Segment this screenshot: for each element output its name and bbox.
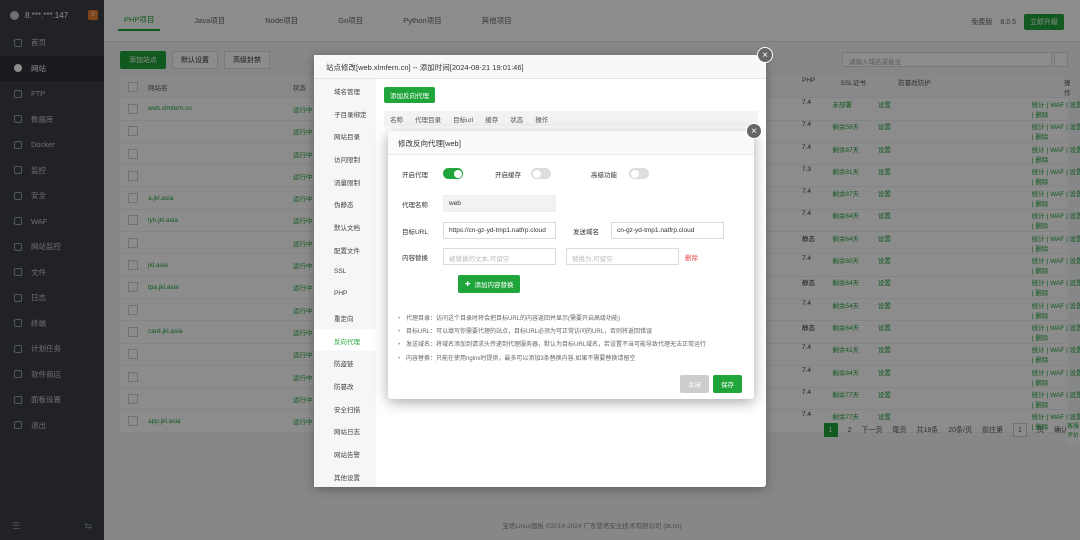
proxy-table-header: 名称 代理目录 目标url 缓存 状态 操作 [384,111,758,126]
site-menu-item[interactable]: 重定向 [314,306,376,329]
target-url-label: 目标URL [401,228,428,236]
toggles-row: 开启代理 开启缓存 高级功能 [388,168,649,179]
tip-item: 代理目录：访问这个目录时将会把目标URL的内容返回并显示(需要开启高级功能) [398,313,746,326]
site-dialog-menu: 域名管理 子目录绑定 网站目录 访问限制 流量限制 伪静态 默认文档 配置文件 SSL PHP 重定… [314,79,376,487]
tip-item: 发送域名：将域名添加到请求头传递到代理服务器，默认为目标URL域名，若设置不当可… [398,339,746,352]
close-button[interactable]: 关闭 [680,375,709,393]
send-domain-label: 发送域名 [573,228,599,236]
site-menu-item[interactable]: PHP [314,283,376,306]
delete-replace-link[interactable]: 删除 [685,252,698,262]
enable-proxy-toggle[interactable] [443,168,463,179]
dialog-buttons: 关闭 保存 [680,375,742,393]
advanced-label: 高级功能 [591,171,617,179]
plus-icon: ✚ [465,281,471,288]
enable-cache-label: 开启缓存 [495,171,521,179]
save-button[interactable]: 保存 [713,375,742,393]
site-menu-item[interactable]: 域名管理 [314,79,376,102]
close-site-dialog-icon[interactable]: × [757,47,773,63]
replace-from-input[interactable]: 被替换的文本,可留空 [443,248,556,265]
proxy-col: 代理目录 [415,116,441,124]
site-menu-item[interactable]: 安全扫描 [314,397,376,420]
site-menu-item[interactable]: 流量限制 [314,170,376,193]
site-menu-item[interactable]: 其他设置 [314,465,376,488]
proxy-name-label: 代理名称 [402,201,428,209]
proxy-dialog-title: 修改反向代理[web] [388,131,754,155]
site-menu-item[interactable]: 默认文档 [314,215,376,238]
send-domain-input[interactable]: cn-gz-yd-tmp1.natfrp.cloud [611,222,724,239]
target-url-input[interactable]: https://cn-gz-yd-tmp1.natfrp.cloud [443,222,556,239]
site-menu-item[interactable]: 防盗链 [314,351,376,374]
target-row: 目标URL https://cn-gz-yd-tmp1.natfrp.cloud… [388,222,724,239]
site-menu-item[interactable]: SSL [314,261,376,284]
proxy-col: 目标url [453,116,474,124]
proxy-col: 状态 [510,116,524,124]
site-menu-item[interactable]: 反向代理 [314,328,376,352]
tip-item: 内容替换：只能在使用nginx时提供，最多可以添加3条替换内容,如果不需要替换请… [398,353,746,366]
site-menu-item[interactable]: 网站日志 [314,419,376,442]
enable-cache-toggle[interactable] [531,168,551,179]
proxy-col: 操作 [535,116,549,124]
proxy-name-input: web [443,195,556,212]
help-tips: 代理目录：访问这个目录时将会把目标URL的内容返回并显示(需要开启高级功能) 目… [398,313,746,366]
add-replace-label: 添加内容替换 [474,282,514,289]
proxy-panel: 添加反向代理 名称 代理目录 目标url 缓存 状态 操作 [384,87,758,126]
close-proxy-dialog-icon[interactable]: × [746,123,762,139]
site-dialog-title: 站点修改[web.xlmfern.cn] -- 添加时间[2024-08-21 … [314,55,766,79]
replace-to-input[interactable]: 替换为,可留空 [566,248,679,265]
replace-row: 内容替换 被替换的文本,可留空 替换为,可留空 删除 [388,248,698,265]
proxy-col: 名称 [390,116,403,124]
enable-proxy-label: 开启代理 [402,171,428,179]
advanced-toggle[interactable] [629,168,649,179]
add-proxy-button[interactable]: 添加反向代理 [384,87,435,103]
site-menu-item[interactable]: 防篡改 [314,374,376,397]
proxy-name-row: 代理名称 web [388,195,556,212]
site-menu-item[interactable]: 网站告警 [314,442,376,465]
add-rule-row: ✚ 添加内容替换 [458,275,521,293]
content-replace-label: 内容替换 [402,254,428,262]
site-menu-item[interactable]: 伪静态 [314,192,376,215]
site-menu-item[interactable]: 子目录绑定 [314,102,376,125]
add-replace-button[interactable]: ✚ 添加内容替换 [458,275,521,293]
proxy-col: 缓存 [485,116,499,124]
site-menu-item[interactable]: 访问限制 [314,147,376,170]
site-menu-item[interactable]: 网站目录 [314,124,376,147]
site-menu-item[interactable]: 配置文件 [314,238,376,261]
proxy-edit-dialog: 修改反向代理[web] 开启代理 开启缓存 高级功能 代理名称 web 目标UR… [388,131,754,399]
tip-item: 目标URL：可以填写你需要代理的站点，目标URL必须为可正常访问的URL，否则将… [398,326,746,339]
